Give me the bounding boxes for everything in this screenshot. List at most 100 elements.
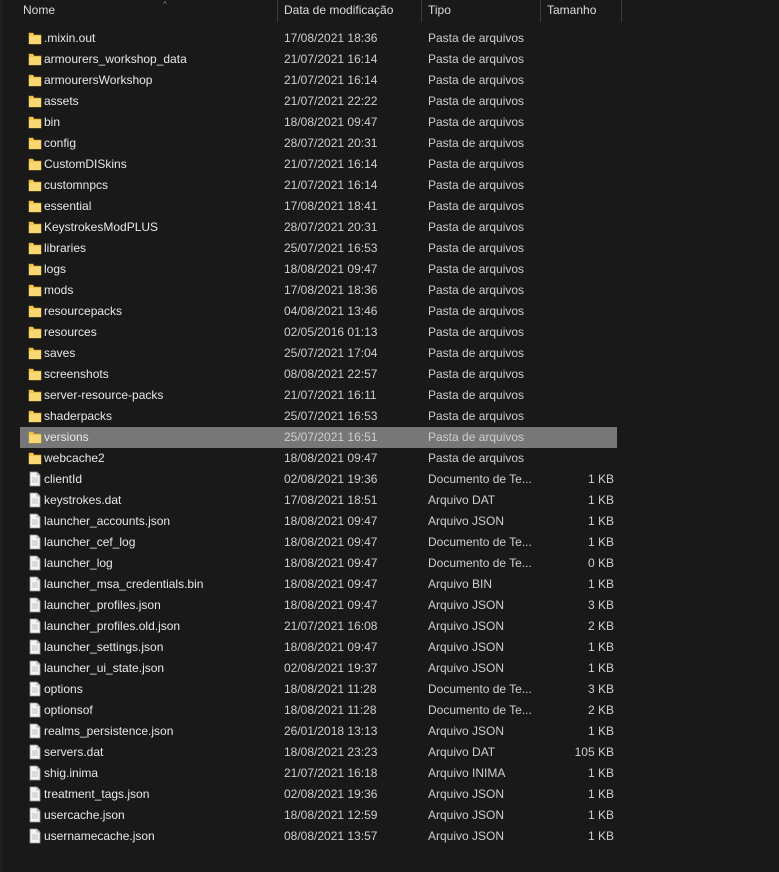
- file-row[interactable]: versions 25/07/2021 16:51 Pasta de arquivo…: [20, 427, 617, 448]
- file-modified-date: 25/07/2021 16:53: [284, 409, 378, 423]
- file-type: Pasta de arquivos: [428, 52, 525, 66]
- file-type: Arquivo JSON: [428, 619, 505, 633]
- file-row[interactable]: armourers_workshop_data 21/07/2021 16:14 P…: [20, 49, 617, 70]
- file-type: Pasta de arquivos: [428, 94, 525, 108]
- file-modified-date: 02/08/2021 19:37: [284, 661, 378, 675]
- file-row[interactable]: optionsof 18/08/2021 11:28 Documento de Te…: [20, 700, 617, 721]
- file-modified-date: 21/07/2021 16:14: [284, 157, 378, 171]
- column-header-size[interactable]: Tamanho: [541, 0, 622, 22]
- column-header-type[interactable]: Tipo: [422, 0, 541, 22]
- file-row[interactable]: launcher_log 18/08/2021 09:47 Documento de…: [20, 553, 617, 574]
- file-type: Pasta de arquivos: [428, 31, 525, 45]
- file-row[interactable]: launcher_profiles.json 18/08/2021 09:47 Ar…: [20, 595, 617, 616]
- file-row[interactable]: servers.dat 18/08/2021 23:23 Arquivo DAT 10…: [20, 742, 617, 763]
- file-row[interactable]: assets 21/07/2021 22:22 Pasta de arquivos: [20, 91, 617, 112]
- file-name: resources: [44, 325, 97, 339]
- file-name: essential: [44, 199, 92, 213]
- column-header-name-label: Nome: [23, 3, 56, 17]
- folder-icon: [28, 177, 42, 193]
- file-modified-date: 18/08/2021 12:59: [284, 808, 378, 822]
- folder-icon: [28, 135, 42, 151]
- file-row[interactable]: launcher_msa_credentials.bin 18/08/2021 0…: [20, 574, 617, 595]
- file-row[interactable]: realms_persistence.json 26/01/2018 13:13 A…: [20, 721, 617, 742]
- file-modified-date: 18/08/2021 23:23: [284, 745, 378, 759]
- file-icon: [28, 471, 42, 487]
- file-name: usercache.json: [44, 808, 125, 822]
- file-row[interactable]: usercache.json 18/08/2021 12:59 Arquivo JS…: [20, 805, 617, 826]
- folder-icon: [28, 93, 42, 109]
- file-modified-date: 17/08/2021 18:36: [284, 283, 378, 297]
- file-row[interactable]: launcher_cef_log 18/08/2021 09:47 Document…: [20, 532, 617, 553]
- file-row[interactable]: treatment_tags.json 02/08/2021 19:36 Arqui…: [20, 784, 617, 805]
- file-row[interactable]: resources 02/05/2016 01:13 Pasta de arquiv…: [20, 322, 617, 343]
- file-row[interactable]: resourcepacks 04/08/2021 13:46 Pasta de ar…: [20, 301, 617, 322]
- file-row[interactable]: armourersWorkshop 21/07/2021 16:14 Pasta d…: [20, 70, 617, 91]
- file-size: 0 KB: [587, 556, 614, 570]
- file-type: Arquivo BIN: [428, 577, 493, 591]
- file-modified-date: 17/08/2021 18:36: [284, 31, 378, 45]
- file-name: launcher_profiles.json: [44, 598, 161, 612]
- file-size: 1 KB: [587, 808, 614, 822]
- folder-icon: [28, 282, 42, 298]
- file-modified-date: 18/08/2021 09:47: [284, 577, 378, 591]
- file-modified-date: 18/08/2021 09:47: [284, 115, 378, 129]
- file-row[interactable]: bin 18/08/2021 09:47 Pasta de arquivos: [20, 112, 617, 133]
- file-row[interactable]: screenshots 08/08/2021 22:57 Pasta de arqu…: [20, 364, 617, 385]
- folder-icon: [28, 240, 42, 256]
- file-row[interactable]: launcher_settings.json 18/08/2021 09:47 Ar…: [20, 637, 617, 658]
- file-row[interactable]: .mixin.out 17/08/2021 18:36 Pasta de arqui…: [20, 28, 617, 49]
- file-type: Arquivo JSON: [428, 829, 505, 843]
- file-name: launcher_msa_credentials.bin: [44, 577, 204, 591]
- file-row[interactable]: mods 17/08/2021 18:36 Pasta de arquivos: [20, 280, 617, 301]
- file-row[interactable]: shig.inima 21/07/2021 16:18 Arquivo INIMA 1…: [20, 763, 617, 784]
- file-name: launcher_profiles.old.json: [44, 619, 181, 633]
- folder-icon: [28, 450, 42, 466]
- file-name: shaderpacks: [44, 409, 113, 423]
- file-row[interactable]: keystrokes.dat 17/08/2021 18:51 Arquivo DA…: [20, 490, 617, 511]
- file-type: Documento de Te...: [428, 535, 532, 549]
- file-name: resourcepacks: [44, 304, 123, 318]
- file-name: clientId: [44, 472, 83, 486]
- file-row[interactable]: saves 25/07/2021 17:04 Pasta de arquivos: [20, 343, 617, 364]
- file-row[interactable]: launcher_accounts.json 18/08/2021 09:47 Ar…: [20, 511, 617, 532]
- file-name: screenshots: [44, 367, 109, 381]
- file-row[interactable]: clientId 02/08/2021 19:36 Documento de Te.…: [20, 469, 617, 490]
- file-type: Arquivo JSON: [428, 724, 505, 738]
- file-name: shig.inima: [44, 766, 99, 780]
- folder-icon: [28, 324, 42, 340]
- file-type: Documento de Te...: [428, 556, 532, 570]
- file-type: Arquivo DAT: [428, 745, 496, 759]
- file-icon: [28, 534, 42, 550]
- file-size: 1 KB: [587, 514, 614, 528]
- file-row[interactable]: KeystrokesModPLUS 28/07/2021 20:31 Pasta d…: [20, 217, 617, 238]
- file-modified-date: 04/08/2021 13:46: [284, 304, 378, 318]
- file-type: Arquivo JSON: [428, 808, 505, 822]
- file-size: 1 KB: [587, 535, 614, 549]
- file-icon: [28, 765, 42, 781]
- file-row[interactable]: essential 17/08/2021 18:41 Pasta de arquiv…: [20, 196, 617, 217]
- file-row[interactable]: options 18/08/2021 11:28 Documento de Te..…: [20, 679, 617, 700]
- file-row[interactable]: webcache2 18/08/2021 09:47 Pasta de arquiv…: [20, 448, 617, 469]
- file-modified-date: 21/07/2021 16:14: [284, 52, 378, 66]
- file-row[interactable]: server-resource-packs 21/07/2021 16:11 Pas…: [20, 385, 617, 406]
- file-row[interactable]: shaderpacks 25/07/2021 16:53 Pasta de arqu…: [20, 406, 617, 427]
- file-row[interactable]: launcher_profiles.old.json 21/07/2021 16:…: [20, 616, 617, 637]
- file-type: Arquivo JSON: [428, 514, 505, 528]
- folder-icon: [28, 303, 42, 319]
- file-size: 1 KB: [587, 766, 614, 780]
- file-name: server-resource-packs: [44, 388, 164, 402]
- file-modified-date: 18/08/2021 11:28: [284, 703, 377, 717]
- file-name: launcher_cef_log: [44, 535, 136, 549]
- file-modified-date: 02/08/2021 19:36: [284, 787, 378, 801]
- file-row[interactable]: CustomDISkins 21/07/2021 16:14 Pasta de ar…: [20, 154, 617, 175]
- file-modified-date: 18/08/2021 11:28: [284, 682, 377, 696]
- file-type: Arquivo DAT: [428, 493, 496, 507]
- column-header-name[interactable]: Nome ^: [17, 0, 278, 22]
- column-header-date[interactable]: Data de modificação: [278, 0, 422, 22]
- file-row[interactable]: usernamecache.json 08/08/2021 13:57 Arquiv…: [20, 826, 617, 847]
- file-row[interactable]: config 28/07/2021 20:31 Pasta de arquivos: [20, 133, 617, 154]
- file-row[interactable]: launcher_ui_state.json 02/08/2021 19:37 Ar…: [20, 658, 617, 679]
- file-row[interactable]: customnpcs 21/07/2021 16:14 Pasta de arqui…: [20, 175, 617, 196]
- file-row[interactable]: libraries 25/07/2021 16:53 Pasta de arquiv…: [20, 238, 617, 259]
- file-row[interactable]: logs 18/08/2021 09:47 Pasta de arquivos: [20, 259, 617, 280]
